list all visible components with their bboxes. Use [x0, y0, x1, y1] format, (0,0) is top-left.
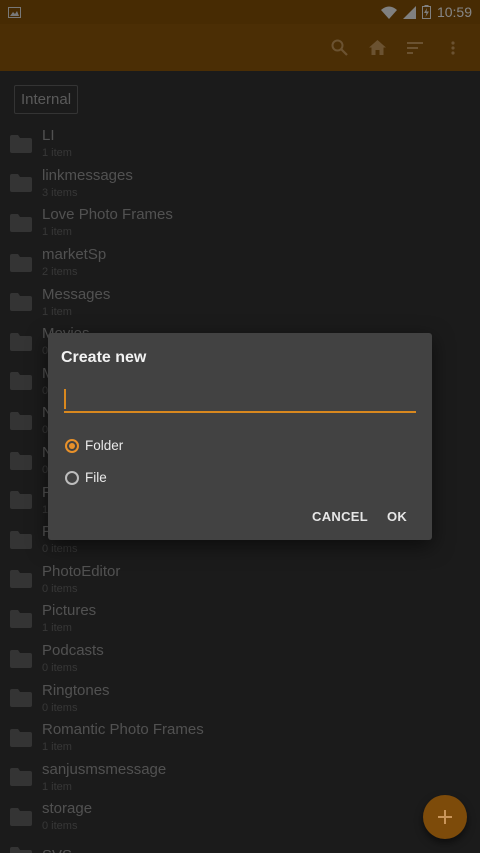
folder-radio[interactable]: [65, 438, 79, 453]
file-option[interactable]: File: [65, 470, 107, 485]
plus-icon: [438, 810, 452, 824]
folder-label: Folder: [85, 438, 124, 453]
text-caret: [64, 389, 66, 409]
add-fab-button[interactable]: [423, 795, 467, 839]
dialog-title: Create new: [61, 349, 147, 366]
cancel-button[interactable]: CANCEL: [312, 509, 368, 524]
folder-option[interactable]: Folder: [65, 438, 123, 453]
create-new-dialog: Create new Folder File CANCEL OK: [48, 333, 432, 540]
file-radio[interactable]: [65, 470, 79, 485]
ok-button[interactable]: OK: [387, 509, 407, 524]
name-input[interactable]: [64, 385, 416, 413]
file-label: File: [85, 470, 107, 485]
